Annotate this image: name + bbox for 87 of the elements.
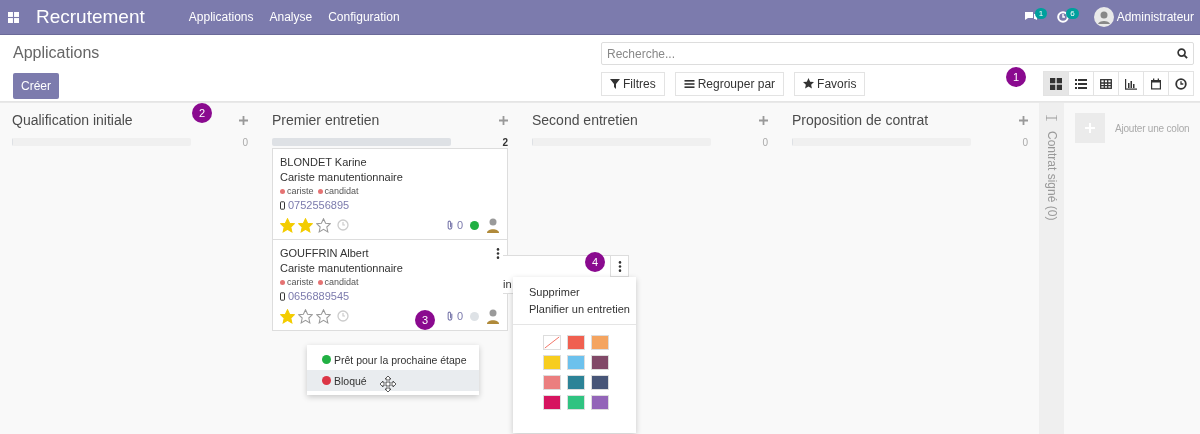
no-color-icon xyxy=(543,336,560,349)
column-title: Premier entretien xyxy=(272,112,380,128)
star-icon[interactable] xyxy=(280,217,295,233)
view-switch-button[interactable] xyxy=(1143,71,1169,96)
person-avatar-icon xyxy=(486,308,500,324)
menu-item[interactable]: Supprimer xyxy=(513,284,636,301)
funnel-icon xyxy=(610,78,620,89)
column-title: Second entretien xyxy=(532,112,638,128)
add-card-icon[interactable] xyxy=(499,115,508,125)
view-switch-button[interactable] xyxy=(1068,71,1094,96)
breadcrumb-title: Applications xyxy=(13,44,100,63)
clock-icon[interactable] xyxy=(337,219,349,231)
view-switch-button[interactable] xyxy=(1118,71,1144,96)
attachment-count: 0 xyxy=(456,219,463,231)
chat-icon[interactable] xyxy=(1023,11,1038,23)
clock-icon[interactable] xyxy=(337,310,349,322)
paperclip-icon xyxy=(445,219,454,231)
folded-column-title: Contrat signé (0) xyxy=(1044,131,1059,221)
record-count: 2 xyxy=(502,136,508,148)
star-icon[interactable] xyxy=(298,308,313,324)
filter-button[interactable]: Filtres xyxy=(601,71,665,96)
mobile-phone-icon xyxy=(280,291,285,301)
user-name[interactable]: Administrateur xyxy=(1116,10,1194,24)
mobile-phone-icon xyxy=(280,200,285,210)
nav-menu-item[interactable]: Analyse xyxy=(269,10,313,24)
kebab-menu-icon[interactable] xyxy=(496,247,500,259)
phone-link[interactable]: 0656889545 xyxy=(288,290,350,302)
app-title: Recrutement xyxy=(36,6,145,28)
clock-icon xyxy=(1175,77,1187,90)
kebab-menu-icon xyxy=(617,260,622,272)
kanban-icon xyxy=(1050,77,1062,90)
view-switch-button[interactable] xyxy=(1093,71,1119,96)
record-count: 0 xyxy=(1022,136,1028,148)
kebab-menu-button[interactable] xyxy=(610,256,628,277)
table-icon xyxy=(1100,77,1112,90)
person-avatar-icon xyxy=(486,217,500,233)
message-count-badge: 1 xyxy=(1034,7,1048,19)
status-dot[interactable] xyxy=(470,220,479,230)
callout-badge: 2 xyxy=(192,103,212,123)
star-icon[interactable] xyxy=(316,308,331,324)
phone-link[interactable]: 0752556895 xyxy=(288,199,350,211)
expand-arrows-icon[interactable] xyxy=(1046,115,1057,121)
calendar-icon xyxy=(1150,77,1162,90)
view-switch-button[interactable] xyxy=(1043,71,1069,96)
move-cursor-icon xyxy=(380,376,396,392)
paperclip-icon xyxy=(445,310,454,322)
nav-menu-item[interactable]: Configuration xyxy=(328,10,400,24)
tag-label: cariste xyxy=(287,277,314,287)
apps-menu-icon[interactable] xyxy=(8,11,19,23)
filter-button[interactable]: Regrouper par xyxy=(674,71,785,96)
status-option[interactable]: Prêt pour la prochaine étape xyxy=(307,349,479,370)
search-field[interactable]: Recherche... xyxy=(601,42,1194,65)
create-button[interactable]: Créer xyxy=(13,73,59,99)
filter-button[interactable]: Favoris xyxy=(794,71,866,96)
add-card-icon[interactable] xyxy=(239,115,248,125)
star-icon xyxy=(803,78,815,89)
tag-label: cariste xyxy=(287,186,314,196)
avatar-icon[interactable] xyxy=(1093,7,1114,27)
column-title: Qualification initiale xyxy=(12,112,133,128)
color-swatch[interactable] xyxy=(542,335,561,350)
callout-badge: 4 xyxy=(585,252,605,272)
star-icon[interactable] xyxy=(280,308,295,324)
status-dot[interactable] xyxy=(470,311,479,321)
search-icon[interactable] xyxy=(1177,48,1188,59)
star-icon[interactable] xyxy=(298,217,313,233)
list-icon xyxy=(1075,77,1087,90)
add-card-icon[interactable] xyxy=(1019,115,1028,125)
applicant-name: GOUFFRIN Albert xyxy=(280,247,369,259)
record-count: 0 xyxy=(762,136,768,148)
job-title: Cariste manutentionnaire xyxy=(280,171,404,183)
bar-chart-icon xyxy=(1125,77,1137,90)
star-icon[interactable] xyxy=(316,217,331,233)
record-count: 0 xyxy=(242,136,248,148)
tag-label: candidat xyxy=(324,186,359,196)
view-switch-button[interactable] xyxy=(1168,71,1194,96)
list-icon xyxy=(683,78,695,89)
activity-count-badge: 6 xyxy=(1066,7,1079,19)
applicant-name: BLONDET Karine xyxy=(280,156,367,168)
column-title: Proposition de contrat xyxy=(792,112,929,128)
add-card-icon[interactable] xyxy=(759,115,768,125)
status-option[interactable]: Bloqué xyxy=(307,370,479,391)
tag-label: candidat xyxy=(324,277,359,287)
nav-menu-item[interactable]: Applications xyxy=(188,10,254,24)
attachment-count: 0 xyxy=(456,310,463,322)
job-title: Cariste manutentionnaire xyxy=(280,262,404,274)
applicant-card[interactable]: BLONDET Karine Cariste manutentionnaire cariste candidat 0752556895 0 xyxy=(272,148,508,240)
menu-item[interactable]: Planifier un entretien xyxy=(513,301,636,318)
